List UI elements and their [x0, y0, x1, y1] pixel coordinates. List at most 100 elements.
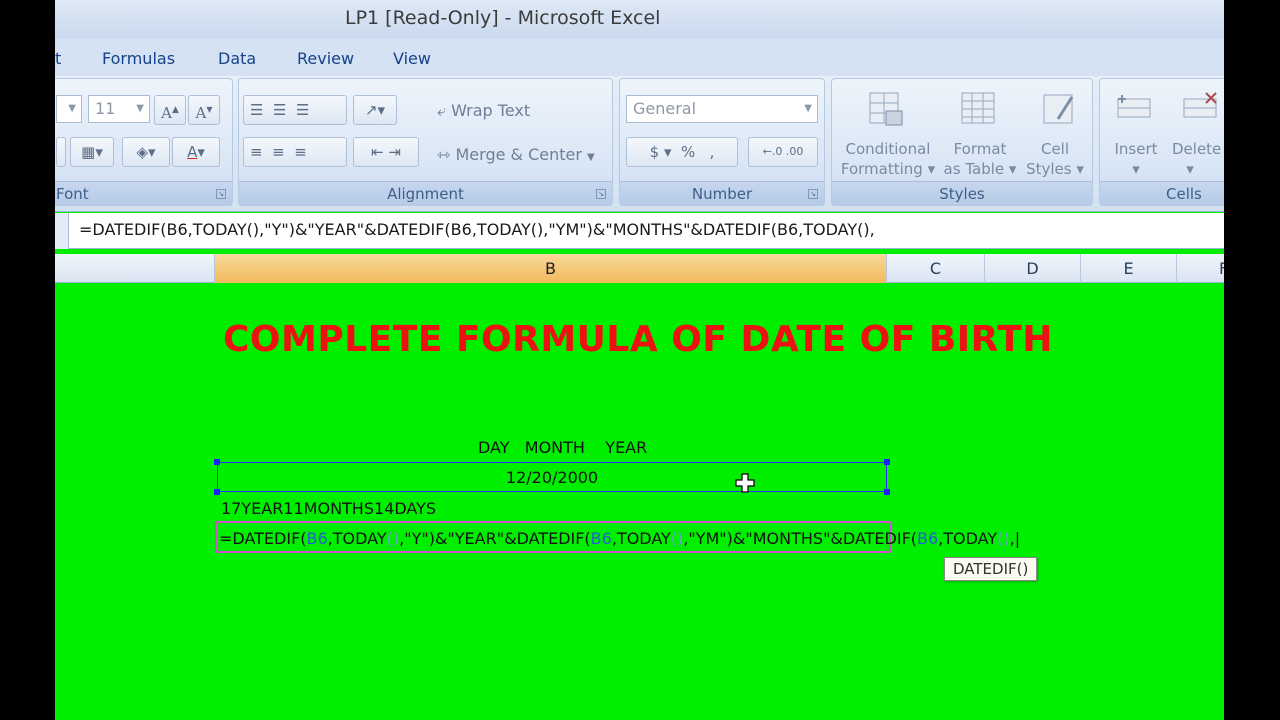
formula-segment: ,TODAY [938, 529, 998, 548]
editing-formula-text[interactable]: =DATEDIF(B6,TODAY(),"Y")&"YEAR"&DATEDIF(… [219, 529, 1020, 548]
formula-bar: =DATEDIF(B6,TODAY(),"Y")&"YEAR"&DATEDIF(… [55, 213, 1224, 249]
shrink-font-button[interactable]: A▼ [188, 95, 220, 125]
selection-handle[interactable] [214, 459, 220, 465]
orientation-button[interactable]: ↗▾ [353, 95, 397, 125]
chevron-down-icon: ▼ [587, 152, 595, 163]
font-group: ▼ 11 ▼ A▲ A▼ ▦▾ ◈▾ A▾ Font ↘ [55, 78, 233, 206]
number-group: General ▼ $ ▾ % , ←.0 .00 Number ↘ [619, 78, 825, 206]
conditional-formatting-button[interactable]: Conditional Formatting ▾ [838, 139, 938, 179]
sheet-heading: COMPLETE FORMULA OF DATE OF BIRTH [223, 319, 1053, 360]
alignment-group-label: Alignment [239, 181, 612, 205]
window-title: LP1 [Read-Only] - Microsoft Excel [345, 7, 661, 29]
align-middle-icon: ☰ [273, 101, 287, 119]
dialog-launcher-icon[interactable]: ↘ [596, 189, 606, 199]
insert-button[interactable]: Insert ▾ [1102, 139, 1170, 179]
number-format-dropdown[interactable]: General ▼ [626, 95, 818, 123]
vertical-align-buttons[interactable]: ☰ ☰ ☰ [243, 95, 347, 125]
column-header-e[interactable]: E [1081, 254, 1177, 283]
chevron-down-icon: ▼ [68, 103, 76, 114]
borders-button[interactable]: ▦▾ [70, 137, 114, 167]
alignment-group: ☰ ☰ ☰ ↗▾ ≡ ≡ ≡ ⇤ ⇥ ⤶ Wrap Text ⇿ Merge &… [238, 78, 613, 206]
column-header-c[interactable]: C [887, 254, 985, 283]
align-right-icon: ≡ [294, 143, 307, 161]
font-name-dropdown[interactable]: ▼ [56, 95, 82, 123]
date-cell-b6[interactable]: 12/20/2000 [214, 459, 890, 495]
formula-segment: ,TODAY [327, 529, 387, 548]
styles-group: Conditional Formatting ▾ Format as Table ▾… [831, 78, 1093, 206]
formula-segment: () [997, 529, 1010, 548]
worksheet[interactable]: COMPLETE FORMULA OF DATE OF BIRTH DAY MO… [55, 283, 1224, 720]
chevron-down-icon: ▼ [136, 103, 144, 114]
cell-styles-button[interactable]: Cell Styles ▾ [1020, 139, 1090, 179]
tab-partial[interactable]: t [55, 49, 61, 68]
column-header-f[interactable]: F [1177, 254, 1224, 283]
ribbon-tabs: t Formulas Data Review View [55, 38, 1224, 76]
decrease-indent-icon: ⇤ [371, 143, 384, 161]
number-group-label: Number [620, 181, 824, 205]
tab-formulas[interactable]: Formulas [102, 49, 175, 68]
wrap-text-icon: ⤶ [437, 101, 446, 120]
formula-segment: =DATEDIF( [219, 529, 307, 548]
title-bar: LP1 [Read-Only] - Microsoft Excel [55, 0, 1224, 38]
borders-icon: ▦ [81, 143, 96, 161]
font-partial-button[interactable] [56, 137, 66, 167]
format-as-table-button[interactable]: Format as Table ▾ [938, 139, 1022, 179]
formula-input[interactable]: =DATEDIF(B6,TODAY(),"Y")&"YEAR"&DATEDIF(… [79, 220, 875, 239]
delete-cells-icon [1183, 92, 1217, 118]
indent-buttons[interactable]: ⇤ ⇥ [353, 137, 419, 167]
tab-view[interactable]: View [393, 49, 431, 68]
selection-handle[interactable] [884, 489, 890, 495]
formula-segment: ,"Y")&"YEAR"&DATEDIF( [399, 529, 591, 548]
conditional-formatting-icon [869, 92, 903, 126]
formula-segment: () [386, 529, 400, 548]
formula-segment: B6 [306, 529, 328, 548]
dialog-launcher-icon[interactable]: ↘ [216, 189, 226, 199]
selection-handle[interactable] [214, 489, 220, 495]
selection-handle[interactable] [884, 459, 890, 465]
cell-cursor-icon [735, 473, 755, 493]
dmy-label: DAY MONTH YEAR [478, 438, 648, 457]
font-group-label: Font [55, 181, 232, 205]
formula-segment: ,"YM")&"MONTHS"&DATEDIF( [683, 529, 918, 548]
column-headers: B C D E F [55, 254, 1224, 283]
merge-icon: ⇿ [437, 145, 451, 164]
formula-segment: ,| [1009, 529, 1021, 548]
align-left-icon: ≡ [250, 143, 263, 161]
formula-segment: B6 [917, 529, 939, 548]
merge-center-button[interactable]: ⇿ Merge & Center ▼ [437, 145, 595, 164]
column-header-a[interactable] [55, 254, 215, 283]
delete-button[interactable]: Delete ▾ [1170, 139, 1224, 179]
dialog-launcher-icon[interactable]: ↘ [808, 189, 818, 199]
grow-font-button[interactable]: A▲ [154, 95, 186, 125]
column-header-b[interactable]: B [215, 254, 887, 283]
column-header-d[interactable]: D [985, 254, 1081, 283]
styles-group-label: Styles [832, 181, 1092, 205]
font-color-icon: A [187, 143, 198, 161]
function-tooltip[interactable]: DATEDIF() [944, 557, 1038, 581]
ribbon: ▼ 11 ▼ A▲ A▼ ▦▾ ◈▾ A▾ Font ↘ ☰ ☰ ☰ ↗▾ ≡ ≡… [55, 76, 1224, 212]
result-cell[interactable]: 17YEAR11MONTHS14DAYS [221, 499, 436, 518]
currency-percent-comma-buttons[interactable]: $ ▾ % , [626, 137, 738, 167]
font-color-button[interactable]: A▾ [172, 137, 220, 167]
insert-cells-icon [1117, 95, 1151, 118]
formula-bar-divider [55, 213, 69, 249]
align-bottom-icon: ☰ [296, 101, 310, 119]
chevron-down-icon: ▼ [804, 103, 812, 114]
formula-segment: ,TODAY [611, 529, 671, 548]
tab-review[interactable]: Review [297, 49, 354, 68]
formula-segment: () [670, 529, 684, 548]
format-as-table-icon [961, 92, 995, 124]
font-size-dropdown[interactable]: 11 ▼ [88, 95, 150, 123]
cells-group-label: Cells [1100, 181, 1224, 205]
wrap-text-button[interactable]: ⤶ Wrap Text [437, 101, 530, 121]
horizontal-align-buttons[interactable]: ≡ ≡ ≡ [243, 137, 347, 167]
tab-data[interactable]: Data [218, 49, 256, 68]
fill-color-button[interactable]: ◈▾ [122, 137, 170, 167]
decimal-buttons[interactable]: ←.0 .00 [748, 137, 818, 167]
cell-styles-icon [1043, 94, 1074, 124]
cells-group: Insert ▾ Delete ▾ Cells [1099, 78, 1224, 206]
excel-window: LP1 [Read-Only] - Microsoft Excel t Form… [55, 0, 1224, 720]
orientation-icon: ↗ [364, 101, 378, 119]
formula-segment: B6 [590, 529, 612, 548]
align-top-icon: ☰ [250, 101, 264, 119]
